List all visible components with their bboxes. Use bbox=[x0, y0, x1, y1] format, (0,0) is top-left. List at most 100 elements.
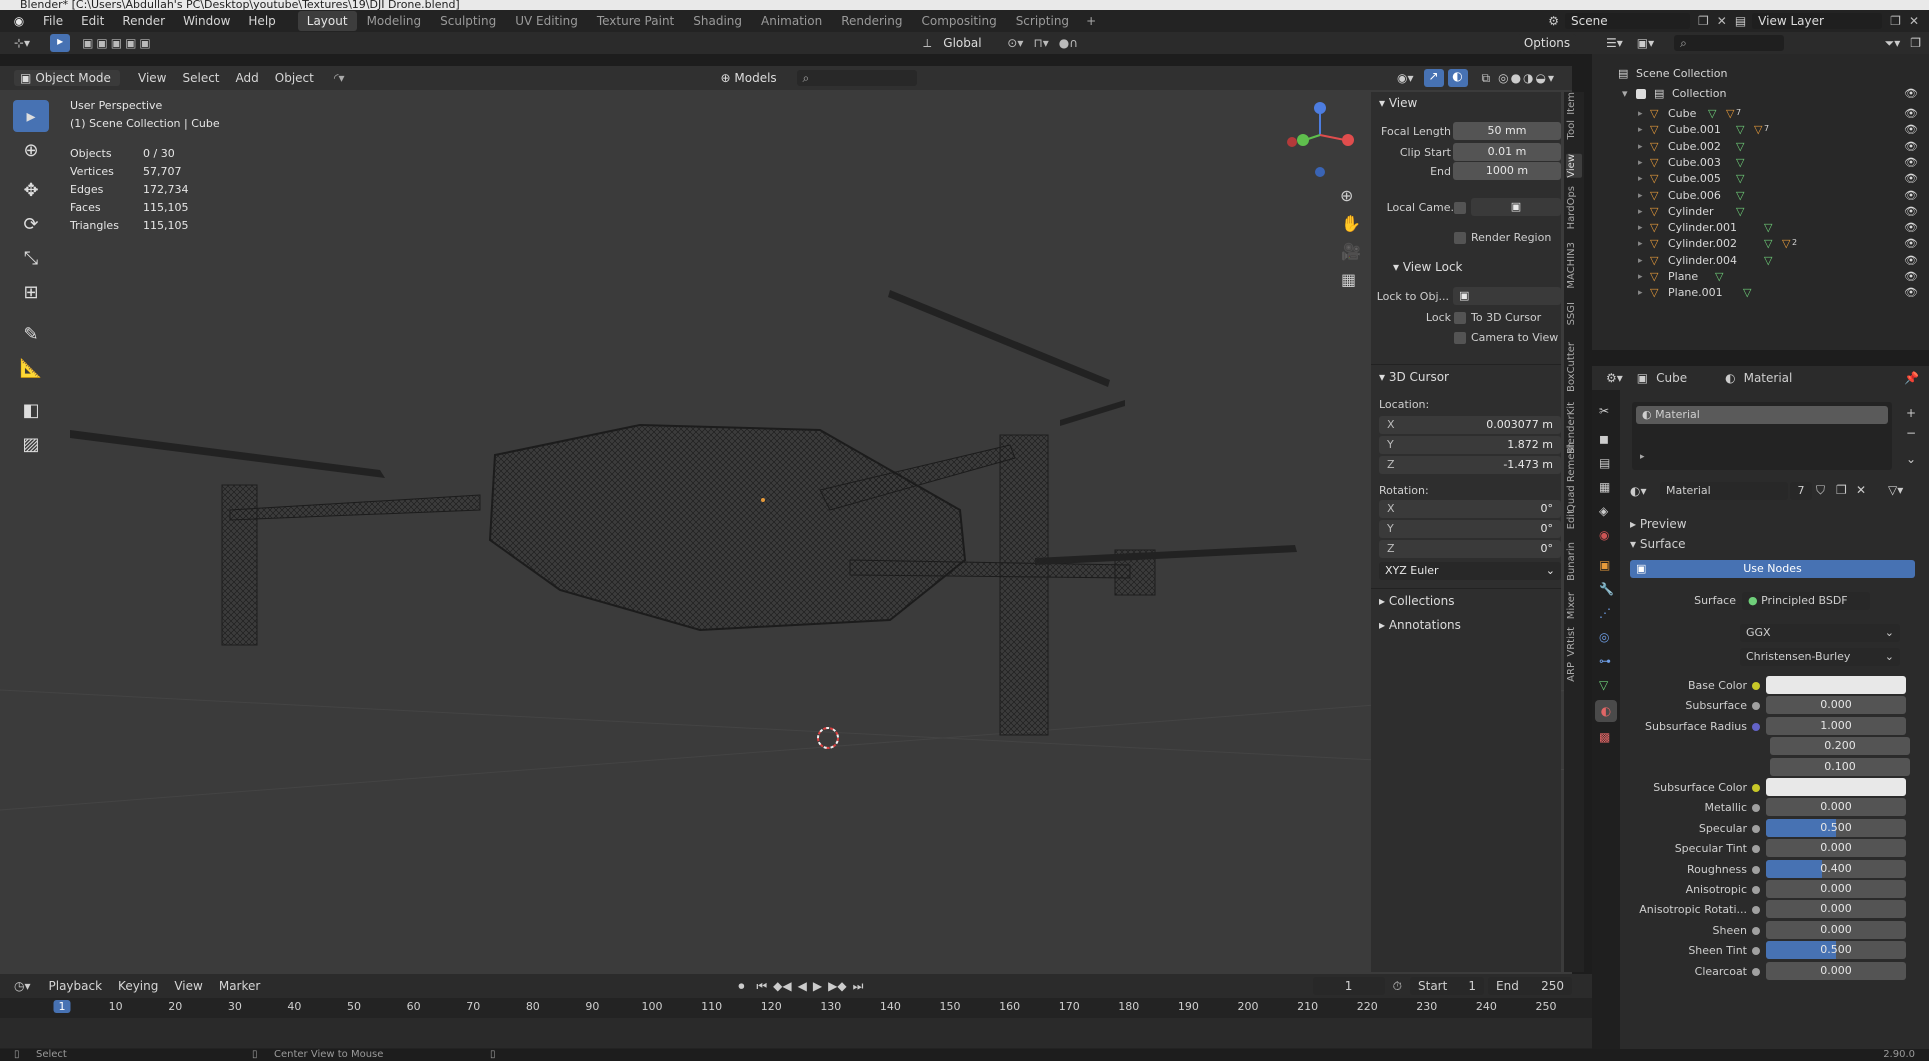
timeline-ruler[interactable]: 1 10 20 30 40 50 60 70 80 90 100 110 120 130 140 150 160… bbox=[0, 998, 1592, 1018]
jump-start-icon[interactable]: ⏮ bbox=[756, 979, 767, 994]
param-value-field[interactable]: 0.000 bbox=[1766, 920, 1906, 939]
scene-tab-icon[interactable]: ◈ bbox=[1599, 504, 1608, 518]
transform-orientation-dropdown[interactable]: Global bbox=[937, 35, 997, 51]
collection-checkbox[interactable] bbox=[1636, 89, 1646, 99]
camera-view-icon[interactable]: 🎥 bbox=[1341, 242, 1361, 261]
param-value-field[interactable]: 0.000 bbox=[1766, 900, 1906, 919]
sidebar-tab-view[interactable]: View bbox=[1566, 154, 1582, 178]
material-slot-row[interactable]: ◐ Material bbox=[1636, 406, 1888, 424]
play-reverse-icon[interactable]: ◀ bbox=[798, 979, 807, 993]
add-cube-tool-button[interactable]: ◧ bbox=[13, 394, 49, 426]
zoom-icon[interactable]: ⊕ bbox=[1340, 186, 1353, 205]
display-mode-icon[interactable]: ▣▾ bbox=[1637, 36, 1654, 50]
rotation-mode-dropdown[interactable]: XYZ Euler ⌄ bbox=[1379, 562, 1561, 580]
expand-arrow-icon[interactable]: ▾ bbox=[1622, 84, 1628, 104]
add-plane-tool-button[interactable]: ▨ bbox=[13, 428, 49, 460]
scene-collection-row[interactable]: ▤ Scene Collection bbox=[1592, 64, 1929, 84]
preview-panel-header[interactable]: ▸ Preview bbox=[1630, 514, 1687, 534]
param-value-field[interactable]: 0.000 bbox=[1766, 880, 1906, 898]
duplicate-material-icon[interactable]: ❐ bbox=[1836, 483, 1847, 497]
object-tab-icon[interactable]: ▣ bbox=[1599, 558, 1610, 572]
fake-user-icon[interactable]: ⛉ bbox=[1816, 483, 1825, 498]
view-layer-tab-icon[interactable]: ▦ bbox=[1599, 480, 1610, 494]
cursor-loc-x-field[interactable]: X 0.003077 m bbox=[1379, 416, 1561, 434]
sidebar-tab-mixer[interactable]: Mixer bbox=[1566, 592, 1582, 619]
tab-layout[interactable]: Layout bbox=[297, 11, 357, 31]
to-3d-cursor-checkbox[interactable] bbox=[1454, 312, 1466, 324]
tab-modeling[interactable]: Modeling bbox=[358, 11, 431, 31]
delete-scene-icon[interactable]: ✕ bbox=[1717, 14, 1727, 28]
add-workspace-button[interactable]: + bbox=[1078, 14, 1104, 28]
param-value-field[interactable]: 0.500 bbox=[1766, 818, 1906, 837]
current-frame-indicator[interactable]: 1 bbox=[53, 1000, 71, 1013]
slot-menu-button[interactable]: ⌄ bbox=[1906, 452, 1916, 466]
socket-dot-icon[interactable] bbox=[1752, 886, 1760, 894]
texture-tab-icon[interactable]: ▩ bbox=[1599, 730, 1610, 744]
menu-window[interactable]: Window bbox=[174, 10, 239, 32]
tab-uv-editing[interactable]: UV Editing bbox=[506, 11, 587, 31]
timeline-menu-keying[interactable]: Keying bbox=[110, 975, 166, 997]
overlay-toggle-icon[interactable]: ◐ bbox=[1447, 69, 1468, 87]
shading-modes-icon[interactable]: ◎●◑◒▾ bbox=[1498, 71, 1556, 85]
measure-tool-button[interactable]: 📐 bbox=[13, 352, 49, 384]
socket-dot-icon[interactable] bbox=[1752, 845, 1760, 854]
start-frame-field[interactable]: Start 1 bbox=[1410, 977, 1484, 995]
viewport-menu-view[interactable]: View bbox=[130, 67, 174, 89]
param-value-field[interactable]: 0.000 bbox=[1766, 696, 1906, 715]
select-box-tool-icon[interactable]: ▸ bbox=[50, 34, 71, 52]
socket-dot-icon[interactable] bbox=[1752, 784, 1760, 792]
timeline-menu-view[interactable]: View bbox=[166, 975, 210, 997]
particles-tab-icon[interactable]: ⋰ bbox=[1599, 606, 1611, 620]
options-dropdown[interactable]: Options bbox=[1518, 34, 1576, 52]
add-slot-button[interactable]: + bbox=[1906, 406, 1916, 420]
socket-dot-icon[interactable] bbox=[1752, 702, 1760, 711]
prev-keyframe-icon[interactable]: ◆◀ bbox=[773, 979, 791, 993]
sidebar-tab-hardops[interactable]: HardOps bbox=[1566, 186, 1582, 229]
menu-render[interactable]: Render bbox=[113, 10, 174, 32]
world-tab-icon[interactable]: ◉ bbox=[1599, 528, 1609, 542]
constraints-tab-icon[interactable]: ⊶ bbox=[1599, 654, 1611, 668]
3d-cursor-header[interactable]: ▾ 3D Cursor bbox=[1379, 366, 1449, 388]
local-camera-checkbox[interactable] bbox=[1454, 202, 1466, 214]
mode-dropdown[interactable]: ▣ Object Mode bbox=[14, 70, 120, 86]
cursor-loc-z-field[interactable]: Z -1.473 m bbox=[1379, 456, 1561, 474]
menu-help[interactable]: Help bbox=[239, 10, 284, 32]
scene-selector[interactable]: Scene bbox=[1565, 13, 1690, 29]
link-type-icon[interactable]: ▽▾ bbox=[1888, 483, 1903, 497]
sidebar-tab-tool[interactable]: Tool bbox=[1566, 120, 1582, 139]
asset-search-field[interactable]: ⌕ bbox=[796, 70, 917, 86]
record-button[interactable]: ⏺ bbox=[738, 979, 744, 994]
snap-icon[interactable]: ⊓▾ bbox=[1033, 36, 1048, 50]
camera-to-view-checkbox[interactable] bbox=[1454, 332, 1466, 344]
viewport-menu-object[interactable]: Object bbox=[267, 67, 322, 89]
render-region-checkbox[interactable] bbox=[1454, 232, 1466, 244]
view-layer-selector[interactable]: View Layer bbox=[1752, 13, 1883, 29]
sidebar-tab-boxcutter[interactable]: BoxCutter bbox=[1566, 342, 1582, 392]
outliner-search-field[interactable]: ⌕ bbox=[1674, 35, 1785, 51]
collections-header[interactable]: ▸ Collections bbox=[1379, 590, 1454, 612]
tab-scripting[interactable]: Scripting bbox=[1007, 11, 1078, 31]
output-tab-icon[interactable]: ▤ bbox=[1599, 456, 1610, 470]
play-icon[interactable]: ▶ bbox=[813, 979, 822, 993]
sidebar-tab-quad-remesh[interactable]: Quad Remesh bbox=[1566, 442, 1582, 512]
blender-logo-icon[interactable]: ◉ bbox=[8, 14, 30, 28]
select-tool-button[interactable]: ▸ bbox=[13, 100, 49, 132]
pan-hand-icon[interactable]: ✋ bbox=[1341, 214, 1361, 233]
expand-arrow-icon[interactable]: ▸ bbox=[1640, 452, 1645, 462]
properties-editor-icon[interactable]: ⚙▾ bbox=[1606, 371, 1623, 385]
tab-rendering[interactable]: Rendering bbox=[832, 11, 911, 31]
focal-length-field[interactable]: 50 mm bbox=[1453, 122, 1561, 140]
cursor-rot-z-field[interactable]: Z 0° bbox=[1379, 540, 1561, 558]
scale-tool-button[interactable]: ⤡ bbox=[13, 242, 49, 274]
proportional-edit-icon[interactable]: ●∩ bbox=[1059, 36, 1078, 50]
menu-edit[interactable]: Edit bbox=[72, 10, 113, 32]
param-value-field[interactable]: 0.000 bbox=[1766, 839, 1906, 858]
gizmo-toggle-icon[interactable]: ↗ bbox=[1423, 69, 1444, 87]
clip-start-field[interactable]: 0.01 m bbox=[1453, 143, 1561, 161]
socket-dot-icon[interactable] bbox=[1752, 824, 1760, 833]
param-value-field[interactable]: 0.000 bbox=[1766, 961, 1906, 980]
surface-shader-field[interactable]: ● Principled BSDF bbox=[1742, 592, 1870, 610]
timeline-menu-marker[interactable]: Marker bbox=[211, 975, 268, 997]
sidebar-tab-edit[interactable]: Edit bbox=[1566, 510, 1582, 529]
lock-to-object-field[interactable]: ▣ bbox=[1453, 287, 1561, 305]
